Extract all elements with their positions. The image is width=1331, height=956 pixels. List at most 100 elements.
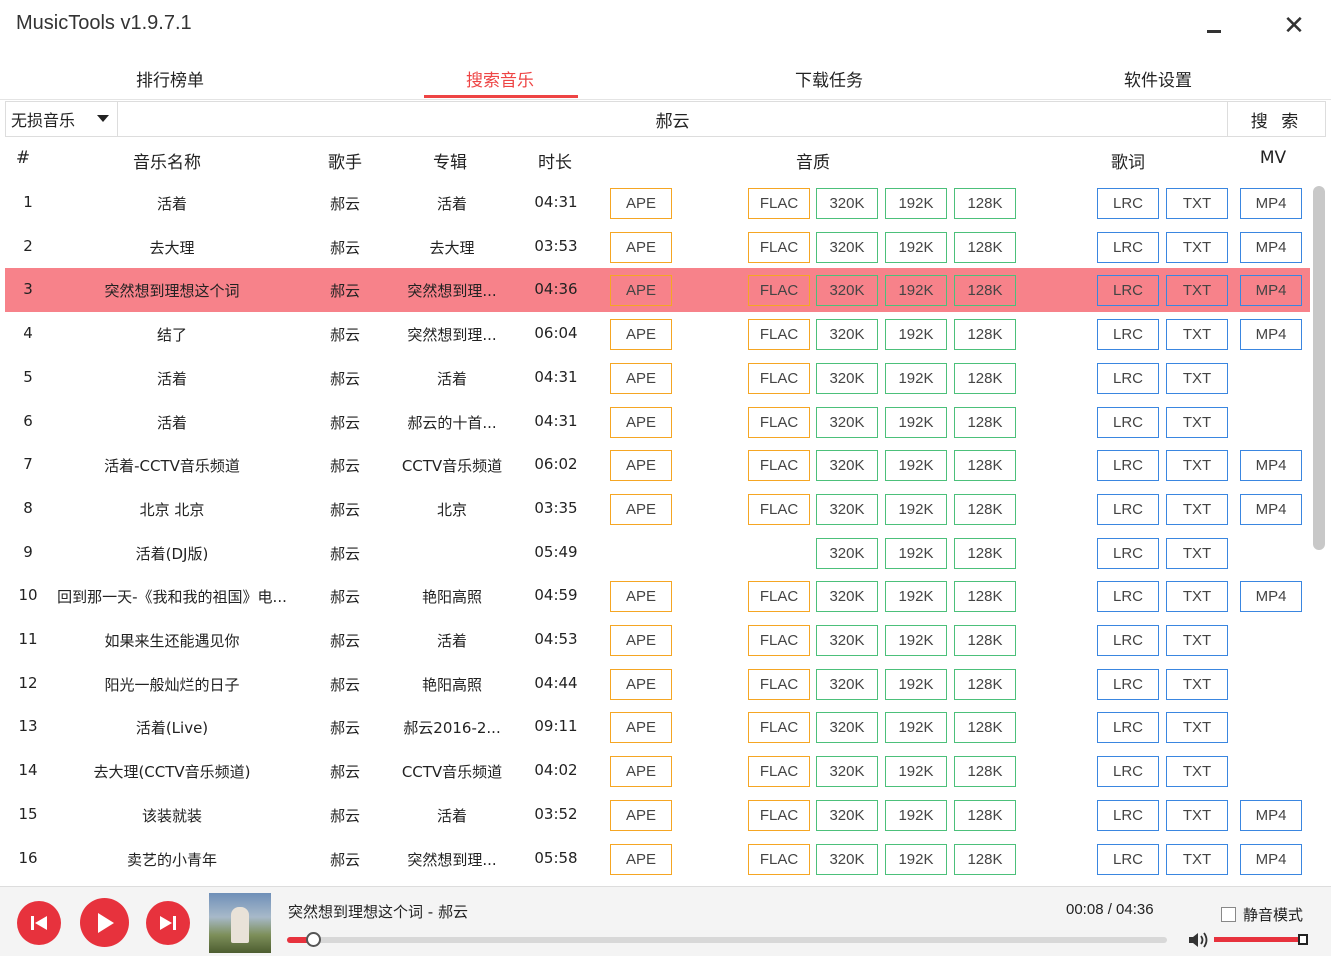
next-button[interactable] <box>146 901 190 945</box>
tab-charts[interactable]: 排行榜单 <box>90 66 250 91</box>
quality-128k-button[interactable]: 128K <box>954 450 1016 481</box>
ape-button[interactable]: APE <box>610 407 672 438</box>
lrc-button[interactable]: LRC <box>1097 363 1159 394</box>
quality-192k-button[interactable]: 192K <box>885 669 947 700</box>
table-row[interactable]: 14 去大理(CCTV音乐频道) 郝云 CCTV音乐频道 04:02 APE FLAC 320… <box>5 749 1310 793</box>
quality-192k-button[interactable]: 192K <box>885 232 947 263</box>
flac-button[interactable]: FLAC <box>748 669 810 700</box>
lrc-button[interactable]: LRC <box>1097 232 1159 263</box>
ape-button[interactable]: APE <box>610 232 672 263</box>
quality-192k-button[interactable]: 192K <box>885 275 947 306</box>
quality-192k-button[interactable]: 192K <box>885 363 947 394</box>
ape-button[interactable]: APE <box>610 756 672 787</box>
flac-button[interactable]: FLAC <box>748 450 810 481</box>
txt-lyrics-button[interactable]: TXT <box>1166 581 1228 612</box>
mp4-button[interactable]: MP4 <box>1240 188 1302 219</box>
quality-192k-button[interactable]: 192K <box>885 800 947 831</box>
quality-192k-button[interactable]: 192K <box>885 407 947 438</box>
quality-320k-button[interactable]: 320K <box>816 756 878 787</box>
mp4-button[interactable]: MP4 <box>1240 450 1302 481</box>
lrc-button[interactable]: LRC <box>1097 756 1159 787</box>
ape-button[interactable]: APE <box>610 581 672 612</box>
flac-button[interactable]: FLAC <box>748 581 810 612</box>
lrc-button[interactable]: LRC <box>1097 669 1159 700</box>
mp4-button[interactable]: MP4 <box>1240 275 1302 306</box>
ape-button[interactable]: APE <box>610 669 672 700</box>
search-input[interactable] <box>118 102 1227 136</box>
quality-128k-button[interactable]: 128K <box>954 669 1016 700</box>
quality-320k-button[interactable]: 320K <box>816 363 878 394</box>
quality-192k-button[interactable]: 192K <box>885 494 947 525</box>
txt-lyrics-button[interactable]: TXT <box>1166 363 1228 394</box>
quality-128k-button[interactable]: 128K <box>954 319 1016 350</box>
txt-lyrics-button[interactable]: TXT <box>1166 669 1228 700</box>
volume-slider[interactable] <box>1214 934 1308 945</box>
table-row[interactable]: 16 卖艺的小青年 郝云 突然想到理... 05:58 APE FLAC 320K 192K 12… <box>5 837 1310 881</box>
quality-128k-button[interactable]: 128K <box>954 188 1016 219</box>
quality-128k-button[interactable]: 128K <box>954 756 1016 787</box>
mp4-button[interactable]: MP4 <box>1240 319 1302 350</box>
lrc-button[interactable]: LRC <box>1097 581 1159 612</box>
table-row[interactable]: 6 活着 郝云 郝云的十首... 04:31 APE FLAC 320K 192K 128K LRC… <box>5 400 1310 444</box>
table-row[interactable]: 13 活着(Live) 郝云 郝云2016-2... 09:11 APE FLAC 320K 1… <box>5 705 1310 749</box>
lrc-button[interactable]: LRC <box>1097 450 1159 481</box>
ape-button[interactable]: APE <box>610 363 672 394</box>
ape-button[interactable]: APE <box>610 712 672 743</box>
lrc-button[interactable]: LRC <box>1097 538 1159 569</box>
quality-320k-button[interactable]: 320K <box>816 844 878 875</box>
lrc-button[interactable]: LRC <box>1097 319 1159 350</box>
txt-lyrics-button[interactable]: TXT <box>1166 844 1228 875</box>
ape-button[interactable]: APE <box>610 625 672 656</box>
flac-button[interactable]: FLAC <box>748 756 810 787</box>
mute-checkbox[interactable] <box>1221 907 1236 922</box>
ape-button[interactable]: APE <box>610 494 672 525</box>
txt-lyrics-button[interactable]: TXT <box>1166 712 1228 743</box>
lrc-button[interactable]: LRC <box>1097 407 1159 438</box>
mp4-button[interactable]: MP4 <box>1240 800 1302 831</box>
lrc-button[interactable]: LRC <box>1097 712 1159 743</box>
flac-button[interactable]: FLAC <box>748 407 810 438</box>
lrc-button[interactable]: LRC <box>1097 188 1159 219</box>
quality-320k-button[interactable]: 320K <box>816 407 878 438</box>
table-row[interactable]: 2 去大理 郝云 去大理 03:53 APE FLAC 320K 192K 128K LRC TXT M… <box>5 225 1310 269</box>
quality-320k-button[interactable]: 320K <box>816 800 878 831</box>
tab-search[interactable]: 搜索音乐 <box>420 66 580 91</box>
quality-192k-button[interactable]: 192K <box>885 450 947 481</box>
mp4-button[interactable]: MP4 <box>1240 581 1302 612</box>
flac-button[interactable]: FLAC <box>748 188 810 219</box>
quality-320k-button[interactable]: 320K <box>816 538 878 569</box>
quality-320k-button[interactable]: 320K <box>816 188 878 219</box>
quality-320k-button[interactable]: 320K <box>816 232 878 263</box>
txt-lyrics-button[interactable]: TXT <box>1166 319 1228 350</box>
txt-lyrics-button[interactable]: TXT <box>1166 407 1228 438</box>
ape-button[interactable]: APE <box>610 319 672 350</box>
lrc-button[interactable]: LRC <box>1097 275 1159 306</box>
flac-button[interactable]: FLAC <box>748 232 810 263</box>
txt-lyrics-button[interactable]: TXT <box>1166 232 1228 263</box>
txt-lyrics-button[interactable]: TXT <box>1166 625 1228 656</box>
quality-192k-button[interactable]: 192K <box>885 844 947 875</box>
flac-button[interactable]: FLAC <box>748 712 810 743</box>
quality-320k-button[interactable]: 320K <box>816 712 878 743</box>
quality-128k-button[interactable]: 128K <box>954 538 1016 569</box>
mp4-button[interactable]: MP4 <box>1240 494 1302 525</box>
quality-128k-button[interactable]: 128K <box>954 275 1016 306</box>
table-row[interactable]: 9 活着(DJ版) 郝云 05:49 320K 192K 128K LRC TXT <box>5 531 1310 575</box>
play-button[interactable] <box>80 898 129 947</box>
previous-button[interactable] <box>17 901 61 945</box>
volume-knob[interactable] <box>1298 934 1308 945</box>
quality-320k-button[interactable]: 320K <box>816 494 878 525</box>
flac-button[interactable]: FLAC <box>748 844 810 875</box>
volume-icon[interactable] <box>1188 931 1210 949</box>
txt-lyrics-button[interactable]: TXT <box>1166 188 1228 219</box>
quality-128k-button[interactable]: 128K <box>954 407 1016 438</box>
lrc-button[interactable]: LRC <box>1097 800 1159 831</box>
ape-button[interactable]: APE <box>610 275 672 306</box>
mp4-button[interactable]: MP4 <box>1240 844 1302 875</box>
table-row[interactable]: 5 活着 郝云 活着 04:31 APE FLAC 320K 192K 128K LRC TXT <box>5 356 1310 400</box>
txt-lyrics-button[interactable]: TXT <box>1166 538 1228 569</box>
table-row[interactable]: 10 回到那一天-《我和我的祖国》电... 郝云 艳阳高照 04:59 APE FLAC 32… <box>5 574 1310 618</box>
quality-128k-button[interactable]: 128K <box>954 581 1016 612</box>
quality-192k-button[interactable]: 192K <box>885 538 947 569</box>
quality-192k-button[interactable]: 192K <box>885 712 947 743</box>
